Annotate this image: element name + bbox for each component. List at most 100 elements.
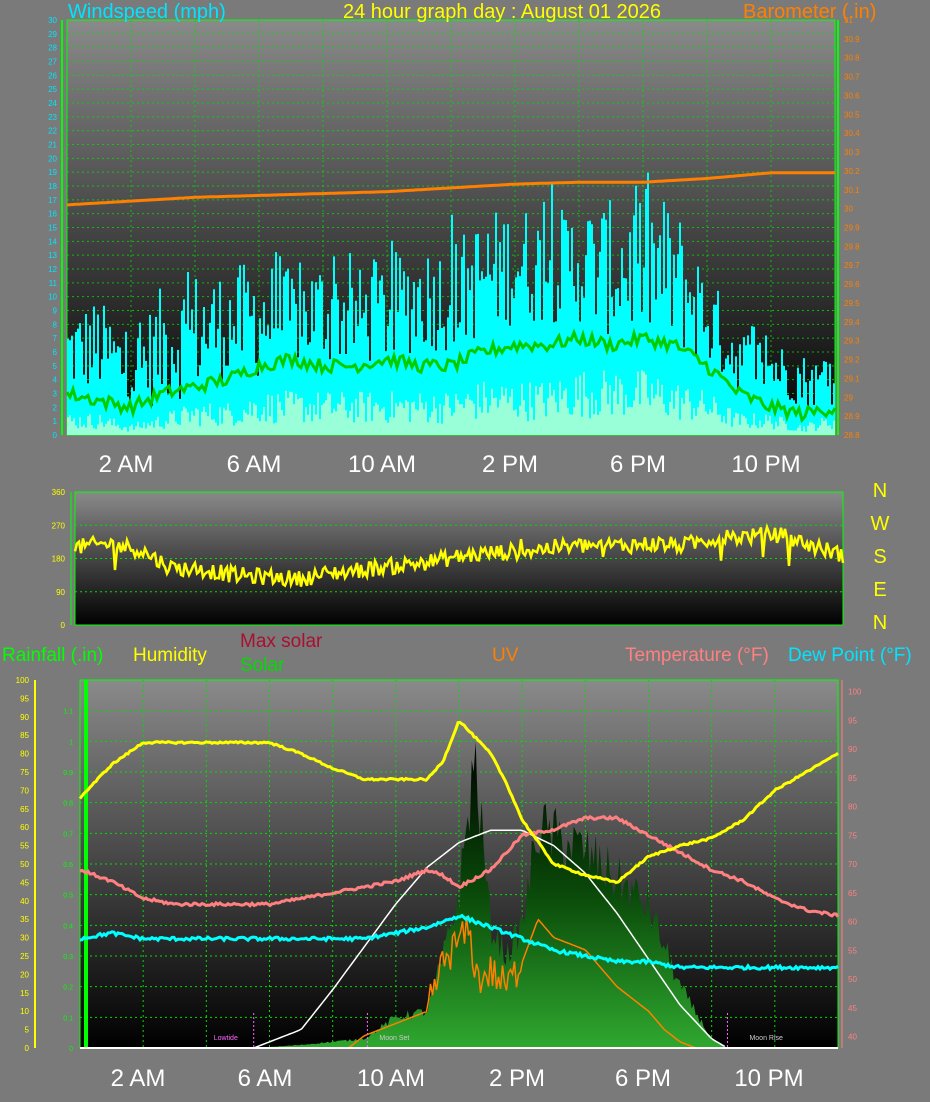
barometer-tick-label: 29 <box>844 393 853 402</box>
barometer-tick-label: 30.6 <box>844 91 860 100</box>
barometer-tick-label: 30.8 <box>844 54 860 63</box>
humidity-tick-label: 25 <box>20 952 29 961</box>
windspeed-tick-label: 2 <box>53 403 58 412</box>
humidity-tick-label: 80 <box>20 750 29 759</box>
barometer-tick-label: 29.7 <box>844 261 860 270</box>
windspeed-tick-label: 7 <box>53 334 58 343</box>
windspeed-tick-label: 4 <box>53 376 58 385</box>
direction-tick-label: 180 <box>52 555 66 564</box>
humidity-tick-label: 40 <box>20 897 29 906</box>
windspeed-tick-label: 28 <box>48 44 57 53</box>
barometer-tick-label: 30.4 <box>844 129 860 138</box>
rainfall-tick-label: 0.1 <box>63 1015 73 1022</box>
temperature-tick-label: 40 <box>848 1033 857 1042</box>
legend-solar: Solar <box>240 655 285 676</box>
rainfall-tick-label: 1.1 <box>63 709 73 716</box>
annotation-label: Lowtide <box>214 1035 238 1042</box>
legend-dew-point: Dew Point (°F) <box>788 645 912 666</box>
windspeed-tick-label: 14 <box>48 237 57 246</box>
legend-max-solar: Max solar <box>240 631 323 652</box>
humidity-tick-label: 35 <box>20 915 29 924</box>
humidity-tick-label: 85 <box>20 731 29 740</box>
windspeed-tick-label: 10 <box>48 293 57 302</box>
time-label: 6 AM <box>226 451 282 478</box>
humidity-tick-label: 45 <box>20 878 29 887</box>
windspeed-tick-label: 22 <box>48 127 57 136</box>
rainfall-tick-label: 0.4 <box>63 923 73 930</box>
rainfall-tick-label: 0.6 <box>63 862 73 869</box>
humidity-tick-label: 90 <box>20 713 29 722</box>
temperature-tick-label: 50 <box>848 975 857 984</box>
time-label: 2 AM <box>98 451 154 478</box>
compass-label: E <box>873 579 887 601</box>
windspeed-tick-label: 30 <box>48 16 57 25</box>
time-label: 6 AM <box>237 1065 293 1092</box>
windspeed-label: Windspeed (mph) <box>68 1 226 23</box>
time-label: 10 PM <box>731 451 801 478</box>
direction-tick-label: 90 <box>56 588 65 597</box>
windspeed-tick-label: 13 <box>48 251 57 260</box>
windspeed-tick-label: 29 <box>48 30 57 39</box>
windspeed-tick-label: 9 <box>53 307 58 316</box>
humidity-tick-label: 70 <box>20 786 29 795</box>
page-title: 24 hour graph day : August 01 2026 <box>343 1 662 23</box>
barometer-tick-label: 29.4 <box>844 318 860 327</box>
barometer-label: Barometer (.in) <box>743 1 877 23</box>
windspeed-tick-label: 11 <box>49 279 58 288</box>
windspeed-tick-label: 27 <box>48 58 57 67</box>
barometer-tick-label: 29.5 <box>844 299 860 308</box>
temperature-tick-label: 95 <box>848 716 857 725</box>
windspeed-tick-label: 3 <box>53 390 58 399</box>
barometer-tick-label: 29.3 <box>844 337 860 346</box>
temperature-tick-label: 90 <box>848 745 857 754</box>
temperature-tick-label: 80 <box>848 803 857 812</box>
humidity-tick-label: 95 <box>20 694 29 703</box>
compass-label: N <box>872 612 888 634</box>
humidity-tick-label: 20 <box>20 970 29 979</box>
barometer-tick-label: 30.1 <box>844 186 860 195</box>
temperature-tick-label: 75 <box>848 831 857 840</box>
humidity-tick-label: 100 <box>16 676 30 685</box>
barometer-tick-label: 30.7 <box>844 73 860 82</box>
humidity-tick-label: 10 <box>20 1007 29 1016</box>
humidity-tick-label: 5 <box>25 1026 30 1035</box>
windspeed-tick-label: 26 <box>48 71 57 80</box>
humidity-tick-label: 0 <box>25 1044 30 1053</box>
barometer-tick-label: 29.9 <box>844 224 860 233</box>
compass-label: N <box>872 480 888 502</box>
direction-tick-label: 270 <box>52 521 66 530</box>
legend-uv: UV <box>492 645 519 666</box>
legend-temperature: Temperature (°F) <box>625 645 769 666</box>
windspeed-tick-label: 17 <box>48 196 57 205</box>
windspeed-tick-label: 25 <box>48 85 57 94</box>
windspeed-tick-label: 6 <box>53 348 58 357</box>
windspeed-tick-label: 5 <box>53 362 58 371</box>
rainfall-tick-label: 0 <box>69 1046 73 1053</box>
windspeed-tick-label: 19 <box>48 168 57 177</box>
humidity-tick-label: 30 <box>20 934 29 943</box>
time-label: 6 PM <box>614 1065 672 1092</box>
annotation-label: Moon Set <box>379 1035 409 1042</box>
barometer-tick-label: 30.5 <box>844 110 860 119</box>
barometer-tick-label: 28.8 <box>844 431 860 440</box>
direction-tick-label: 0 <box>61 621 66 630</box>
windspeed-tick-label: 21 <box>48 141 57 150</box>
barometer-tick-label: 29.2 <box>844 356 860 365</box>
rainfall-tick-label: 0.3 <box>63 954 73 961</box>
rainfall-tick-label: 0.9 <box>63 770 73 777</box>
windspeed-tick-label: 15 <box>48 224 57 233</box>
rainfall-tick-label: 1 <box>69 739 73 746</box>
annotation-label: Moon Rise <box>749 1035 783 1042</box>
humidity-tick-label: 60 <box>20 823 29 832</box>
weather-graph-svg: 0123456789101112131415161718192021222324… <box>16 16 862 1053</box>
humidity-tick-label: 15 <box>20 989 29 998</box>
legend-rainfall: Rainfall (.in) <box>2 645 104 666</box>
time-label: 6 PM <box>609 451 667 478</box>
temperature-tick-label: 60 <box>848 918 857 927</box>
humidity-tick-label: 50 <box>20 860 29 869</box>
compass-label: S <box>873 546 887 568</box>
barometer-tick-label: 30.2 <box>844 167 860 176</box>
rainfall-tick-label: 0.5 <box>63 893 73 900</box>
humidity-tick-label: 55 <box>20 842 29 851</box>
windspeed-tick-label: 16 <box>48 210 57 219</box>
